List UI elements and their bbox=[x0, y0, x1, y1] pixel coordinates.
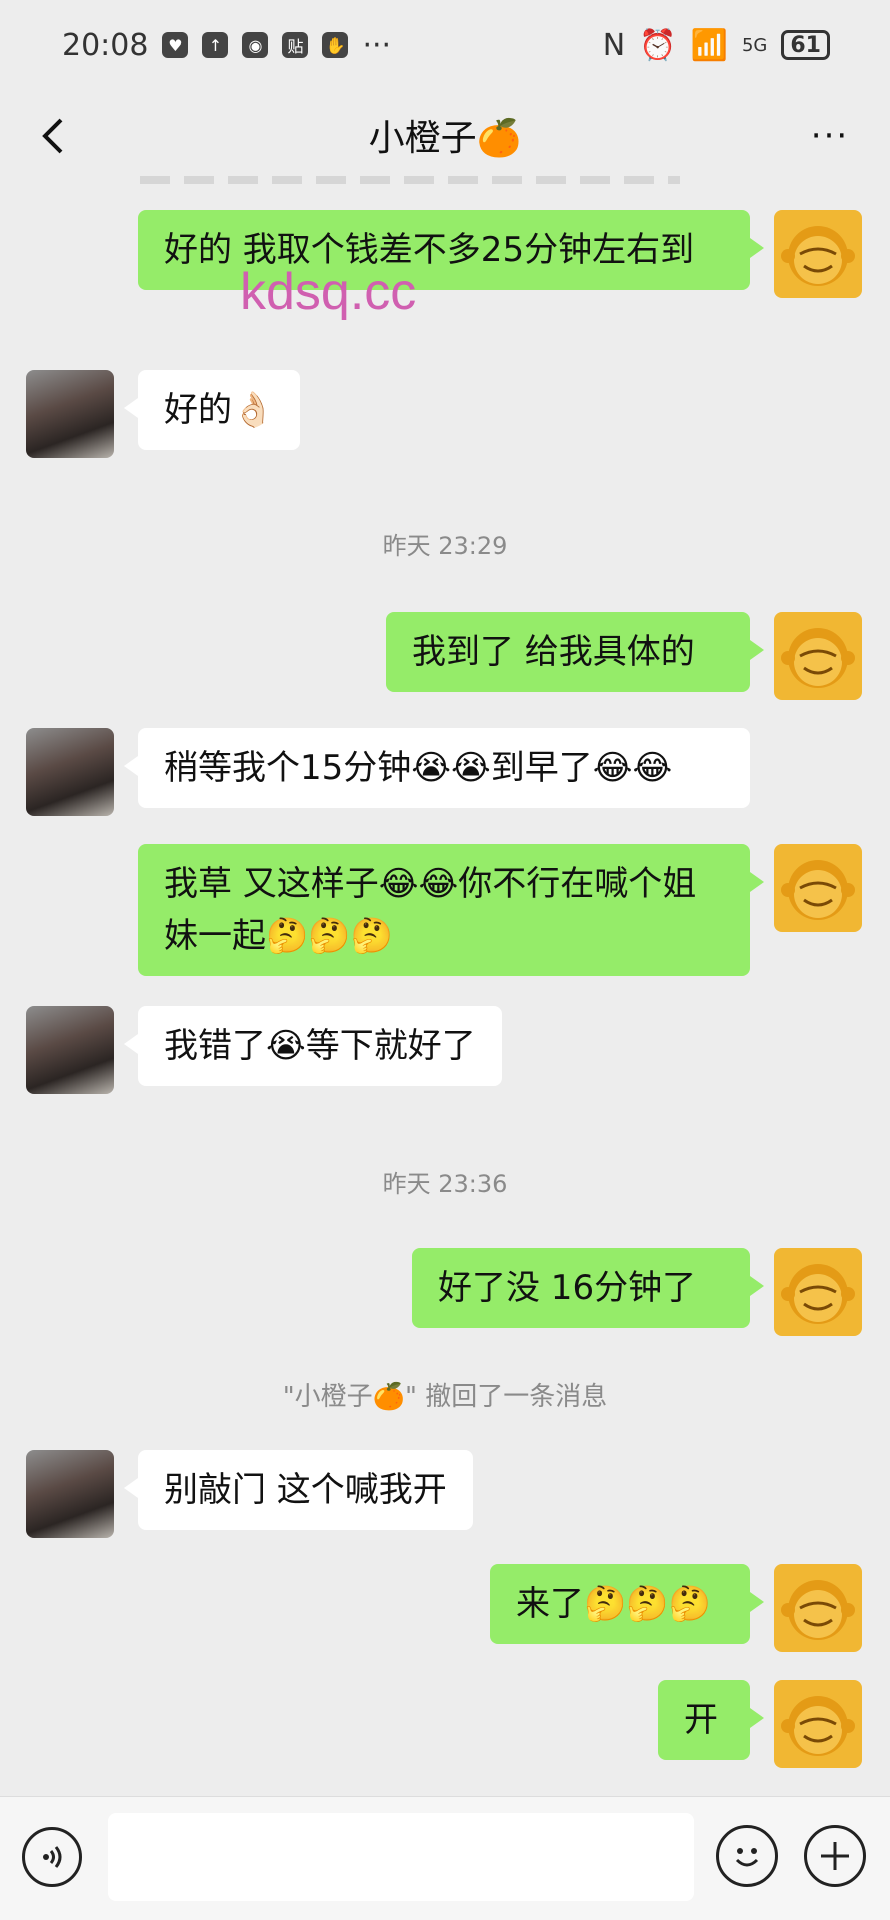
input-bar bbox=[0, 1796, 890, 1920]
message-row: 我错了😭等下就好了 bbox=[26, 1006, 502, 1094]
battery-icon: 61 bbox=[781, 30, 830, 60]
my-message-bubble[interactable]: 好的 我取个钱差不多25分钟左右到 bbox=[138, 210, 764, 290]
app-icon-2: 贴 bbox=[282, 32, 309, 58]
my-avatar[interactable] bbox=[774, 612, 862, 700]
my-avatar[interactable] bbox=[774, 1564, 862, 1652]
status-bar: 20:08 ♥ ↑ ◉ 贴 ✋ ··· N ⏰ 📶 5G 61 bbox=[0, 0, 890, 90]
message-row: 别敲门 这个喊我开 bbox=[26, 1450, 473, 1538]
faded-previous-message bbox=[140, 176, 680, 184]
contact-avatar[interactable] bbox=[26, 728, 114, 816]
more-options-button[interactable]: ··· bbox=[800, 108, 860, 164]
wifi-icon: 📶 bbox=[690, 27, 728, 63]
my-message-bubble[interactable]: 来了🤔🤔🤔 bbox=[490, 1564, 764, 1644]
chevron-left-icon bbox=[42, 118, 63, 154]
back-button[interactable] bbox=[26, 108, 82, 164]
message-row: 稍等我个15分钟😭😭到早了😂😂 bbox=[26, 728, 750, 816]
my-avatar[interactable] bbox=[774, 210, 862, 298]
contact-avatar[interactable] bbox=[26, 1006, 114, 1094]
voice-icon bbox=[43, 1846, 62, 1868]
my-message-bubble[interactable]: 我草 又这样子😂😂你不行在喊个姐妹一起🤔🤔🤔 bbox=[138, 844, 764, 976]
signal-label: 5G bbox=[741, 34, 768, 56]
alarm-icon: ⏰ bbox=[639, 27, 677, 63]
my-message-bubble[interactable]: 我到了 给我具体的 bbox=[386, 612, 764, 692]
nfc-icon: N bbox=[602, 27, 626, 63]
emoji-button[interactable] bbox=[716, 1825, 778, 1887]
upload-icon: ↑ bbox=[202, 32, 229, 58]
chat-title: 小橙子🍊 bbox=[368, 118, 522, 159]
chat-header: 小橙子🍊 ··· bbox=[0, 90, 890, 180]
message-row: 好的👌🏻 bbox=[26, 370, 301, 458]
contact-message-bubble[interactable]: 我错了😭等下就好了 bbox=[124, 1006, 502, 1086]
notification-icon: ♥ bbox=[162, 32, 189, 58]
plus-icon bbox=[821, 1842, 849, 1870]
smiley-icon bbox=[735, 1848, 759, 1867]
contact-message-bubble[interactable]: 好的👌🏻 bbox=[123, 370, 301, 450]
recall-notice: "小橙子🍊" 撤回了一条消息 bbox=[282, 1382, 608, 1412]
my-avatar[interactable] bbox=[774, 1248, 862, 1336]
hand-icon: ✋ bbox=[322, 32, 349, 58]
clock: 20:08 bbox=[62, 27, 149, 63]
timestamp: 昨天 23:36 bbox=[382, 1170, 508, 1198]
contact-message-bubble[interactable]: 别敲门 这个喊我开 bbox=[124, 1450, 473, 1530]
contact-message-bubble[interactable]: 稍等我个15分钟😭😭到早了😂😂 bbox=[124, 728, 750, 808]
contact-avatar[interactable] bbox=[26, 1450, 114, 1538]
more-actions-button[interactable] bbox=[804, 1825, 866, 1887]
more-notifications-icon: ··· bbox=[362, 27, 392, 63]
timestamp: 昨天 23:29 bbox=[382, 532, 508, 560]
my-avatar[interactable] bbox=[774, 844, 862, 932]
message-row: 开 bbox=[658, 1680, 862, 1768]
message-row: 好了没 16分钟了 bbox=[412, 1248, 862, 1336]
voice-input-button[interactable] bbox=[22, 1827, 82, 1887]
message-row: 我到了 给我具体的 bbox=[386, 612, 862, 700]
contact-avatar[interactable] bbox=[26, 370, 114, 458]
message-row: 来了🤔🤔🤔 bbox=[490, 1564, 862, 1652]
app-icon: ◉ bbox=[242, 32, 269, 58]
message-row: 我草 又这样子😂😂你不行在喊个姐妹一起🤔🤔🤔 bbox=[138, 844, 862, 976]
my-message-bubble[interactable]: 好了没 16分钟了 bbox=[412, 1248, 764, 1328]
my-avatar[interactable] bbox=[774, 1680, 862, 1768]
watermark-text: kdsq.cc bbox=[240, 263, 417, 321]
message-input[interactable] bbox=[108, 1813, 694, 1901]
my-message-bubble[interactable]: 开 bbox=[658, 1680, 764, 1760]
